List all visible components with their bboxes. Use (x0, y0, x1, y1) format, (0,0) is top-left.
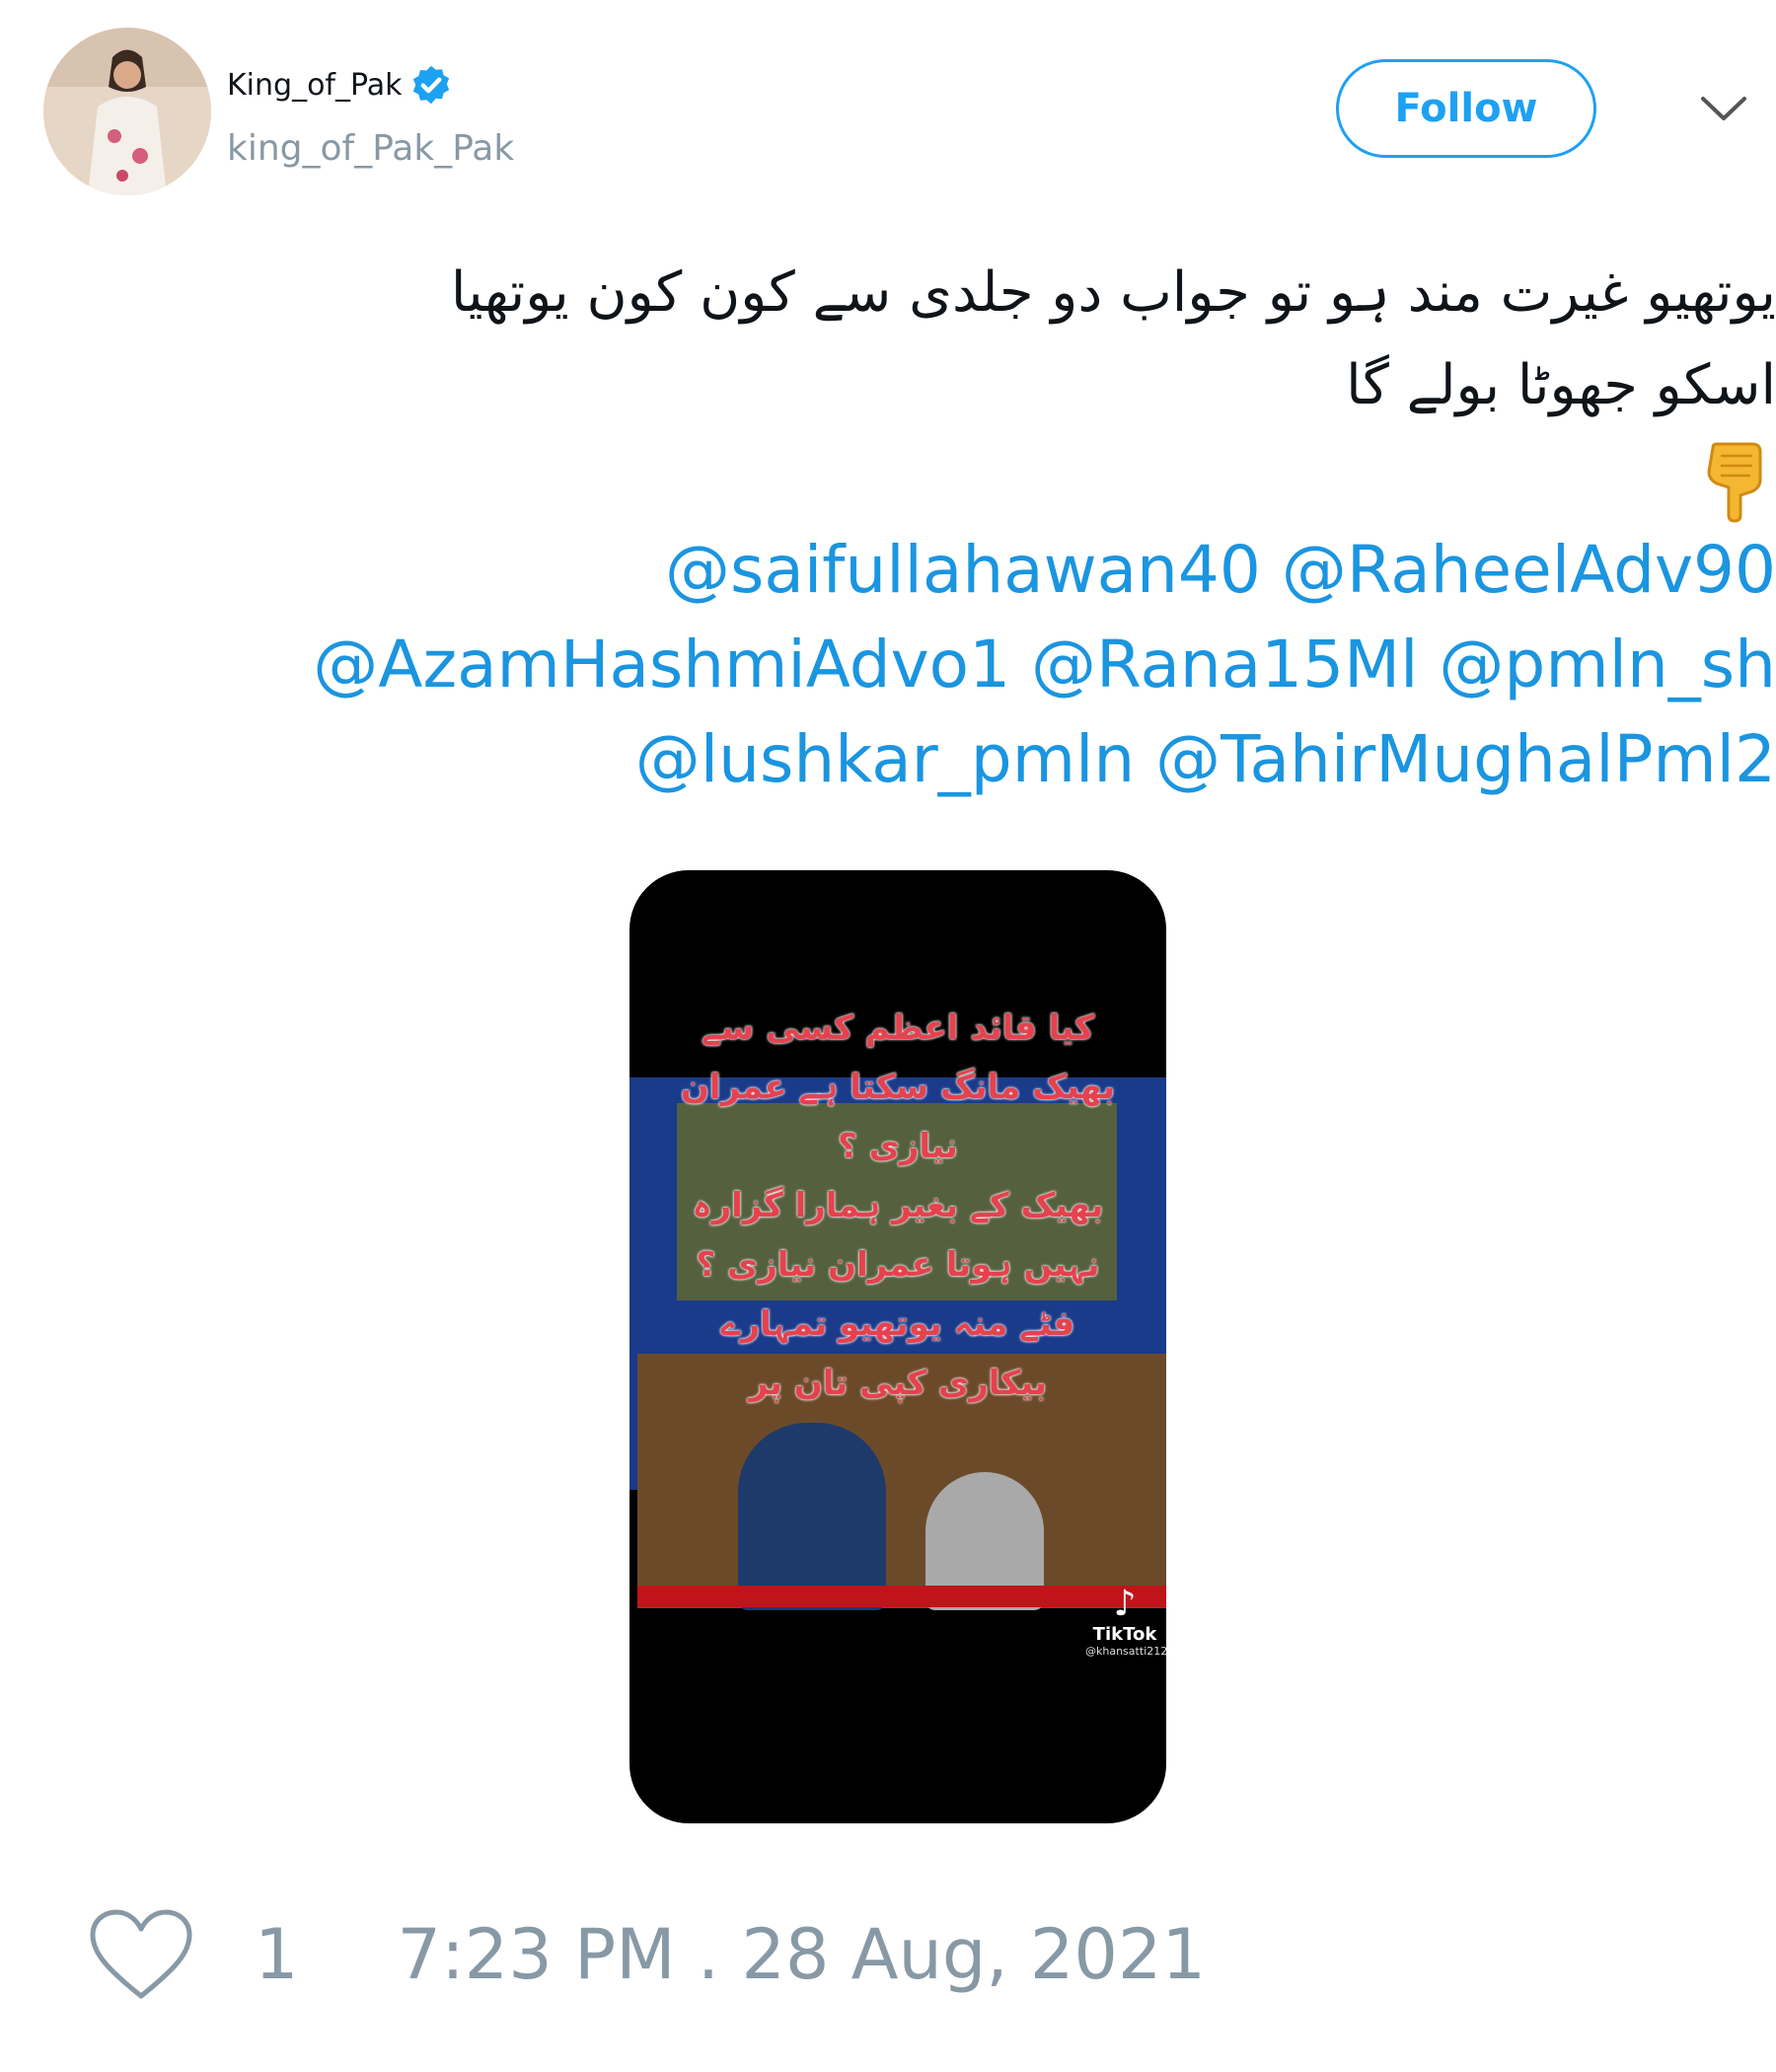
tiktok-watermark: ♪ TikTok @khansatti212 (1085, 1584, 1166, 1659)
verified-badge-icon (409, 63, 453, 107)
tiktok-user: @khansatti212 (1085, 1645, 1166, 1658)
like-count: 1 (255, 1914, 299, 1995)
overlay-line: فٹے منہ یوتھیو تمہارے (720, 1304, 1075, 1344)
mention-line-2: @AzamHashmiAdvo1 @Rana15Ml @pmln_sh (197, 618, 1776, 712)
display-name[interactable]: King_of_Pak (227, 68, 402, 103)
mentions: @saifullahawan40 @RaheelAdv90 @AzamHashm… (197, 523, 1776, 807)
pointing-down-icon (1707, 442, 1762, 523)
video-speaker (738, 1423, 886, 1610)
mention-line-3: @lushkar_pmln @TahirMughalPml2 (197, 712, 1776, 807)
overlay-line: بیکاری کپی تان پر (749, 1364, 1047, 1403)
mention-link[interactable]: @Rana15Ml (1031, 618, 1418, 712)
timestamp[interactable]: 7:23 PM . 28 Aug, 2021 (398, 1914, 1206, 1995)
video-overlay-text: کیا قائد اعظم کسی سے بھیک مانگ سکتا ہے ع… (649, 999, 1147, 1413)
overlay-line: بھیک کے بغیر ہمارا گزارہ (692, 1186, 1104, 1225)
user-handle[interactable]: king_of_Pak_Pak (227, 128, 514, 169)
overlay-line: کیا قائد اعظم کسی سے (702, 1008, 1094, 1048)
tweet-line-1: یوتھیو غیرت مند ہو تو جواب دو جلدی سے کو… (450, 260, 1776, 325)
mention-link[interactable]: @saifullahawan40 (665, 523, 1261, 618)
avatar[interactable] (43, 28, 211, 195)
mention-link[interactable]: @pmln_sh (1439, 618, 1776, 712)
mention-link[interactable]: @TahirMughalPml2 (1155, 712, 1776, 807)
mention-link[interactable]: @RaheelAdv90 (1282, 523, 1776, 618)
pointing-down-emoji (118, 432, 1776, 525)
mention-link[interactable]: @AzamHashmiAdvo1 (313, 618, 1010, 712)
mention-link[interactable]: @lushkar_pmln (635, 712, 1135, 807)
chevron-down-icon[interactable] (1697, 89, 1750, 128)
video-media[interactable]: کیا قائد اعظم کسی سے بھیک مانگ سکتا ہے ع… (629, 870, 1166, 1823)
heart-icon[interactable] (87, 1907, 195, 2002)
overlay-line: نیازی ؟ (838, 1127, 958, 1166)
follow-button[interactable]: Follow (1336, 59, 1596, 158)
display-name-row: King_of_Pak (227, 63, 453, 107)
tiktok-icon: ♪ (1113, 1584, 1137, 1624)
overlay-line: بھیک مانگ سکتا ہے عمران (680, 1068, 1116, 1107)
tweet-footer: 1 7:23 PM . 28 Aug, 2021 (87, 1900, 1206, 2009)
avatar-image (43, 28, 211, 195)
mention-line-1: @saifullahawan40 @RaheelAdv90 (197, 523, 1776, 618)
tweet-line-2: اسکو جھوٹا بولے گا (1346, 353, 1776, 417)
tiktok-label: TikTok (1092, 1624, 1157, 1645)
overlay-line: نہیں ہوتا عمران نیازی ؟ (696, 1245, 1100, 1285)
tweet-text: یوتھیو غیرت مند ہو تو جواب دو جلدی سے کو… (118, 247, 1776, 525)
